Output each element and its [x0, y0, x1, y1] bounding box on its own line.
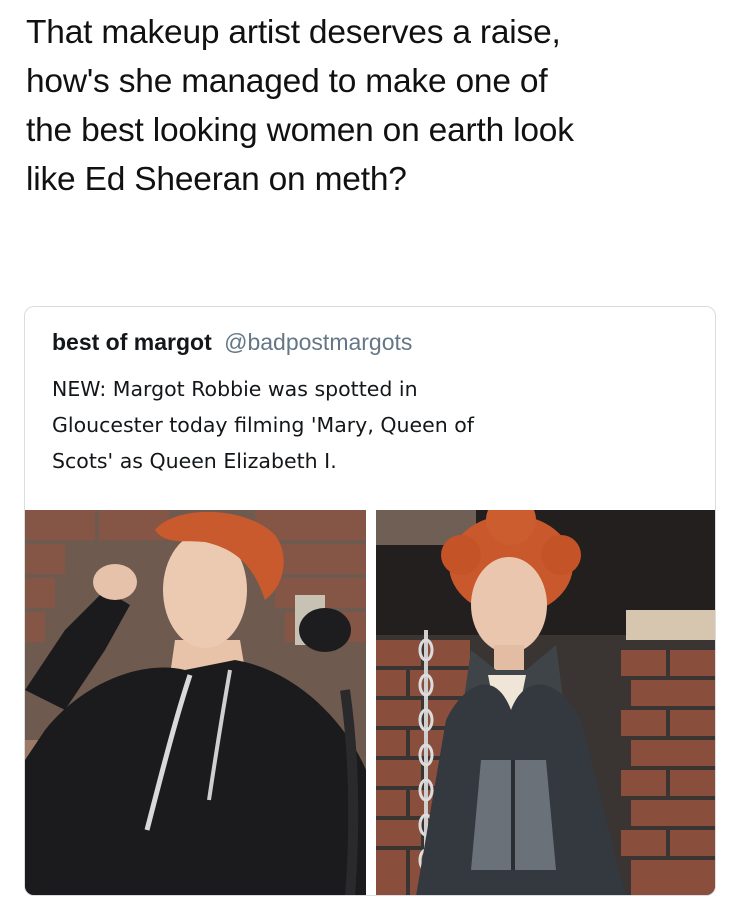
post-caption-line: That makeup artist deserves a raise,	[26, 14, 561, 51]
tweet-photo-right[interactable]	[376, 510, 715, 895]
post-caption-line: like Ed Sheeran on meth?	[26, 161, 407, 198]
photo-woman-in-period-costume-icon	[376, 510, 715, 895]
tweet-body-line: Scots' as Queen Elizabeth I.	[52, 449, 337, 473]
photo-woman-in-black-hoodie-icon	[25, 510, 366, 895]
embedded-tweet-card[interactable]: best of margot @badpostmargots NEW: Marg…	[24, 306, 716, 896]
post-caption-line: the best looking women on earth look	[26, 112, 574, 149]
tweet-body: NEW: Margot Robbie was spotted in Glouce…	[52, 371, 692, 479]
post-caption-line: how's she managed to make one of	[26, 63, 548, 100]
tweet-header: best of margot @badpostmargots	[52, 327, 412, 357]
tweet-photo-left[interactable]	[25, 510, 366, 895]
tweet-display-name[interactable]: best of margot	[52, 329, 212, 355]
tweet-body-line: Gloucester today filming 'Mary, Queen of	[52, 413, 474, 437]
post-caption: That makeup artist deserves a raise, how…	[26, 8, 726, 204]
tweet-handle[interactable]: @badpostmargots	[224, 329, 412, 355]
tweet-body-line: NEW: Margot Robbie was spotted in	[52, 377, 418, 401]
